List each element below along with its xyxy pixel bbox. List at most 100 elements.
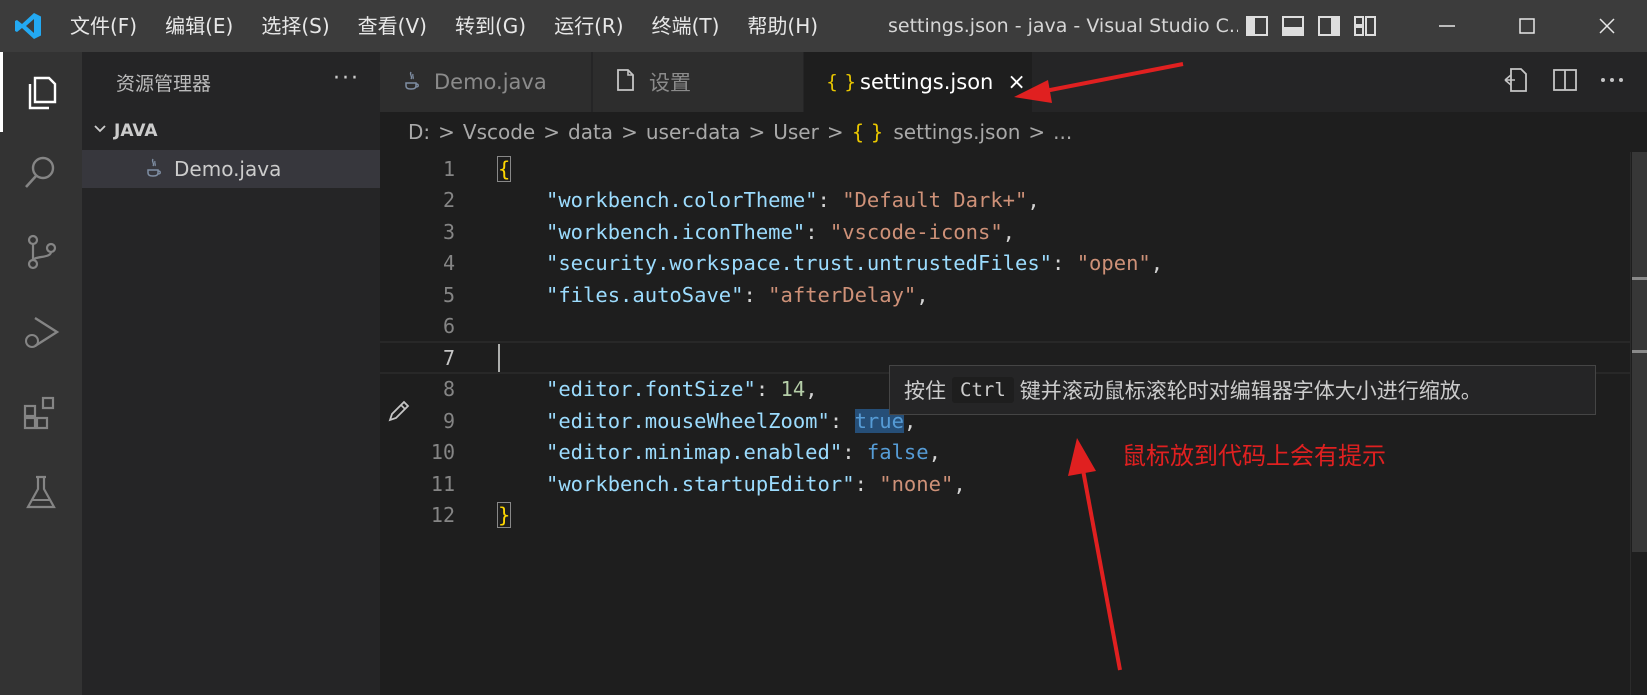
sidebar-header: 资源管理器 ···	[82, 52, 380, 112]
code-line: 6	[380, 310, 1630, 343]
menu-bar: 文件(F) 编辑(E) 选择(S) 查看(V) 转到(G) 运行(R) 终端(T…	[56, 0, 832, 52]
breadcrumb: D: > Vscode > data > user-data > User > …	[380, 112, 1647, 152]
json-value: 14	[780, 377, 806, 401]
json-key: "files.autoSave"	[546, 282, 744, 307]
line-number: 5	[442, 282, 455, 307]
breadcrumb-item[interactable]: data	[568, 120, 613, 144]
explorer-sidebar: 资源管理器 ··· JAVA Demo.java	[82, 52, 380, 695]
json-colon: :	[755, 377, 781, 401]
json-comma: ,	[1150, 251, 1164, 275]
file-icon	[615, 68, 649, 97]
maximize-icon[interactable]	[1487, 0, 1567, 52]
json-key: "editor.mouseWheelZoom"	[546, 408, 830, 433]
tab-settings-json[interactable]: { } settings.json ×	[804, 52, 1032, 112]
breadcrumb-item[interactable]: settings.json	[893, 120, 1020, 144]
folder-label: JAVA	[114, 121, 158, 141]
line-number: 3	[442, 219, 455, 244]
code-line: 4 "security.workspace.trust.untrustedFil…	[380, 247, 1630, 280]
more-actions-icon[interactable]	[1599, 66, 1625, 98]
close-brace: }	[496, 502, 512, 528]
breadcrumb-separator: >	[1028, 120, 1046, 144]
tab-settings[interactable]: 设置	[593, 52, 803, 112]
file-demo-java[interactable]: Demo.java	[82, 150, 380, 188]
layout-controls	[1244, 13, 1378, 39]
json-comma: ,	[1002, 219, 1016, 244]
breadcrumb-separator: >	[826, 120, 844, 144]
source-control-icon[interactable]	[0, 212, 82, 292]
breadcrumb-separator: >	[438, 120, 455, 144]
hover-tooltip: 按住 Ctrl 键并滚动鼠标滚轮时对编辑器字体大小进行缩放。	[889, 365, 1596, 415]
code-line: 10 "editor.minimap.enabled": false,	[380, 436, 1630, 469]
editor-tab-bar: Demo.java 设置 { } settings.json ×	[380, 52, 1647, 112]
more-actions-icon[interactable]: ···	[333, 66, 360, 91]
menu-go[interactable]: 转到(G)	[441, 0, 540, 52]
minimize-icon[interactable]	[1407, 0, 1487, 52]
scrollbar-marker	[1632, 277, 1647, 280]
json-colon: :	[829, 408, 855, 433]
json-colon: :	[854, 471, 880, 496]
code-line: 1 {	[380, 152, 1630, 185]
testing-flask-icon[interactable]	[0, 452, 82, 532]
json-comma: ,	[1027, 188, 1040, 212]
text-cursor	[498, 343, 500, 372]
menu-terminal[interactable]: 终端(T)	[638, 0, 734, 52]
json-value: "open"	[1076, 251, 1151, 275]
breadcrumb-separator: >	[543, 120, 561, 144]
line-number: 7	[442, 345, 455, 370]
close-window-icon[interactable]	[1567, 0, 1647, 52]
code-editor[interactable]: 1 { 2 "workbench.colorTheme": "Default D…	[380, 152, 1630, 695]
line-number: 1	[442, 156, 455, 181]
breadcrumb-item[interactable]: user-data	[646, 120, 741, 144]
menu-selection[interactable]: 选择(S)	[247, 0, 343, 52]
json-key: "workbench.startupEditor"	[546, 471, 855, 496]
explorer-icon[interactable]	[0, 52, 82, 132]
code-line: 5 "files.autoSave": "afterDelay",	[380, 278, 1630, 311]
menu-view[interactable]: 查看(V)	[344, 0, 441, 52]
tab-close-icon[interactable]: ×	[1007, 70, 1025, 95]
menu-help[interactable]: 帮助(H)	[733, 0, 832, 52]
breadcrumb-separator: >	[621, 120, 638, 144]
file-label: Demo.java	[174, 157, 282, 181]
line-number: 4	[442, 251, 455, 275]
open-brace: {	[496, 155, 512, 182]
json-key: "security.workspace.trust.untrustedFiles…	[546, 251, 1053, 275]
toggle-panel-icon[interactable]	[1280, 13, 1306, 39]
chevron-down-icon	[92, 121, 114, 142]
menu-run[interactable]: 运行(R)	[540, 0, 638, 52]
customize-layout-icon[interactable]	[1352, 13, 1378, 39]
json-colon: :	[842, 440, 867, 464]
toggle-primary-sidebar-icon[interactable]	[1244, 13, 1270, 39]
breadcrumb-item[interactable]: Vscode	[463, 120, 535, 144]
line-number: 11	[430, 471, 455, 496]
json-key: "workbench.iconTheme"	[546, 219, 806, 244]
line-number: 2	[442, 188, 455, 212]
extensions-icon[interactable]	[0, 372, 82, 452]
java-icon	[144, 156, 174, 183]
run-debug-icon[interactable]	[0, 292, 82, 372]
open-settings-ui-icon[interactable]	[1503, 66, 1531, 98]
json-comma: ,	[805, 377, 818, 401]
line-number: 8	[442, 377, 455, 401]
json-comma: ,	[916, 282, 929, 307]
toggle-secondary-sidebar-icon[interactable]	[1316, 13, 1342, 39]
tooltip-keybinding: Ctrl	[952, 377, 1014, 403]
search-icon[interactable]	[0, 132, 82, 212]
breadcrumb-separator: >	[748, 120, 766, 144]
code-line: 12 }	[380, 499, 1630, 532]
json-braces-icon: { }	[851, 120, 884, 144]
breadcrumb-item[interactable]: ...	[1053, 120, 1072, 144]
tab-label: 设置	[649, 71, 691, 95]
json-comma: ,	[928, 440, 941, 464]
split-editor-icon[interactable]	[1551, 66, 1579, 98]
breadcrumb-item[interactable]: D:	[408, 120, 430, 144]
breadcrumb-item[interactable]: User	[773, 120, 819, 144]
tab-label: settings.json	[860, 70, 994, 94]
title-bar: 文件(F) 编辑(E) 选择(S) 查看(V) 转到(G) 运行(R) 终端(T…	[0, 0, 1647, 52]
folder-java[interactable]: JAVA	[82, 112, 380, 150]
tooltip-text: 按住	[904, 379, 946, 403]
code-line: 2 "workbench.colorTheme": "Default Dark+…	[380, 184, 1630, 217]
menu-edit[interactable]: 编辑(E)	[151, 0, 247, 52]
tab-demo-java[interactable]: Demo.java	[380, 52, 592, 112]
menu-file[interactable]: 文件(F)	[56, 0, 151, 52]
code-line: 11 "workbench.startupEditor": "none",	[380, 467, 1630, 500]
